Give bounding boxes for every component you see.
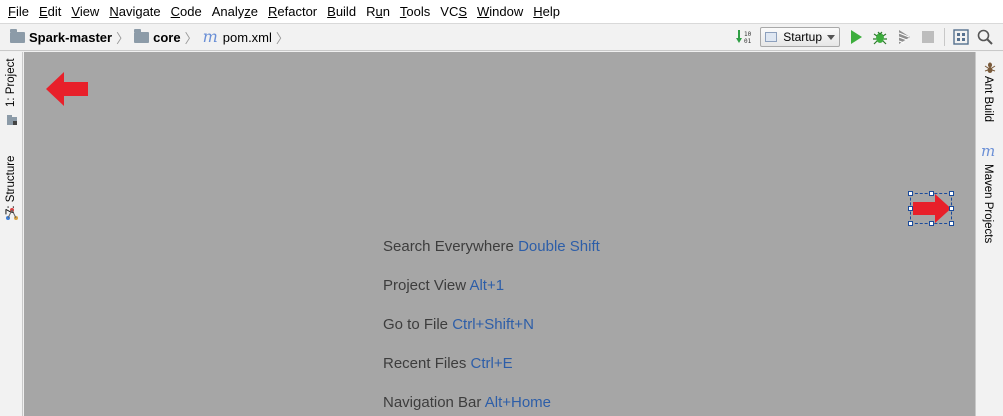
chevron-down-icon: [827, 34, 835, 40]
project-tab-icon: [7, 112, 18, 125]
ant-build-tool-tab[interactable]: Ant Build: [982, 76, 994, 122]
breadcrumb-project[interactable]: Spark-master 〉: [10, 24, 134, 50]
menu-view[interactable]: View: [66, 1, 104, 23]
maven-projects-tool-tab[interactable]: Maven Projects: [982, 164, 994, 243]
toolbar-separator: [944, 28, 945, 46]
right-tool-strip: Ant Build m Maven Projects: [975, 52, 1003, 416]
maven-file-icon: m: [202, 27, 218, 46]
menu-refactor[interactable]: Refactor: [263, 1, 322, 23]
project-tool-tab[interactable]: 1: Project: [5, 58, 17, 107]
menu-window[interactable]: Window: [472, 1, 528, 23]
svg-text:01: 01: [744, 38, 752, 45]
debug-button[interactable]: [870, 27, 890, 47]
menu-vcs[interactable]: VCS: [435, 1, 472, 23]
menu-edit[interactable]: Edit: [34, 1, 66, 23]
structure-tab-icon: [6, 207, 18, 220]
menu-navigate[interactable]: Navigate: [104, 1, 165, 23]
project-structure-icon: [953, 29, 969, 45]
menu-run[interactable]: Run: [361, 1, 395, 23]
ant-icon: [984, 60, 996, 73]
left-tool-strip: 1: Project 7: Structure: [0, 52, 23, 416]
hint-search-everywhere: Search Everywhere Double Shift: [383, 238, 600, 255]
hint-recent-files: Recent Files Ctrl+E: [383, 355, 513, 372]
configuration-icon: [765, 32, 778, 42]
run-button[interactable]: [846, 27, 866, 47]
module-folder-icon: [134, 28, 150, 43]
resize-handle[interactable]: [929, 191, 934, 196]
menu-tools[interactable]: Tools: [395, 1, 435, 23]
maven-icon: m: [981, 142, 996, 160]
run-with-coverage-button[interactable]: [894, 27, 914, 47]
stop-button[interactable]: [918, 27, 938, 47]
selected-arrow-annotation[interactable]: [908, 191, 954, 226]
resize-handle[interactable]: [949, 191, 954, 196]
sort-binary-icon[interactable]: 10 01: [734, 27, 754, 47]
breadcrumb-module[interactable]: core 〉: [134, 24, 202, 50]
resize-handle[interactable]: [908, 191, 913, 196]
hint-project-view: Project View Alt+1: [383, 277, 505, 294]
red-arrow-right-annotation: [913, 194, 951, 223]
navigation-bar: Spark-master 〉 core 〉 m pom.xml 〉 10 01 …: [0, 24, 1003, 51]
project-structure-button[interactable]: [951, 27, 971, 47]
menu-file[interactable]: File: [3, 1, 34, 23]
run-configuration-select[interactable]: Startup: [760, 27, 840, 47]
menu-analyze[interactable]: Analyze: [207, 1, 263, 23]
menu-help[interactable]: Help: [528, 1, 565, 23]
breadcrumb-file[interactable]: m pom.xml 〉: [203, 24, 294, 50]
main-toolbar: 10 01 Startup: [732, 24, 1003, 50]
folder-icon: [10, 28, 25, 43]
resize-handle[interactable]: [929, 221, 934, 226]
breadcrumb: Spark-master 〉 core 〉 m pom.xml 〉: [0, 24, 732, 50]
play-icon: [851, 30, 862, 44]
search-everywhere-button[interactable]: [975, 27, 995, 47]
resize-handle[interactable]: [908, 221, 913, 226]
stop-icon: [922, 31, 934, 43]
search-icon: [977, 29, 993, 45]
resize-handle[interactable]: [949, 221, 954, 226]
hint-go-to-file: Go to File Ctrl+Shift+N: [383, 316, 534, 333]
menu-build[interactable]: Build: [322, 1, 361, 23]
bug-icon: [873, 31, 887, 45]
svg-text:10: 10: [744, 31, 752, 38]
coverage-icon: [898, 30, 910, 44]
chevron-right-icon: 〉: [184, 30, 198, 46]
menu-code[interactable]: Code: [166, 1, 207, 23]
chevron-right-icon: 〉: [116, 30, 130, 46]
hint-navigation-bar: Navigation Bar Alt+Home: [383, 394, 552, 411]
menu-bar: File Edit View Navigate Code Analyze Ref…: [0, 0, 1003, 24]
editor-empty-area[interactable]: Search Everywhere Double Shift Project V…: [24, 52, 975, 416]
chevron-right-icon: 〉: [275, 30, 289, 46]
red-arrow-left-annotation: [46, 72, 88, 111]
resize-handle[interactable]: [908, 206, 913, 211]
resize-handle[interactable]: [949, 206, 954, 211]
